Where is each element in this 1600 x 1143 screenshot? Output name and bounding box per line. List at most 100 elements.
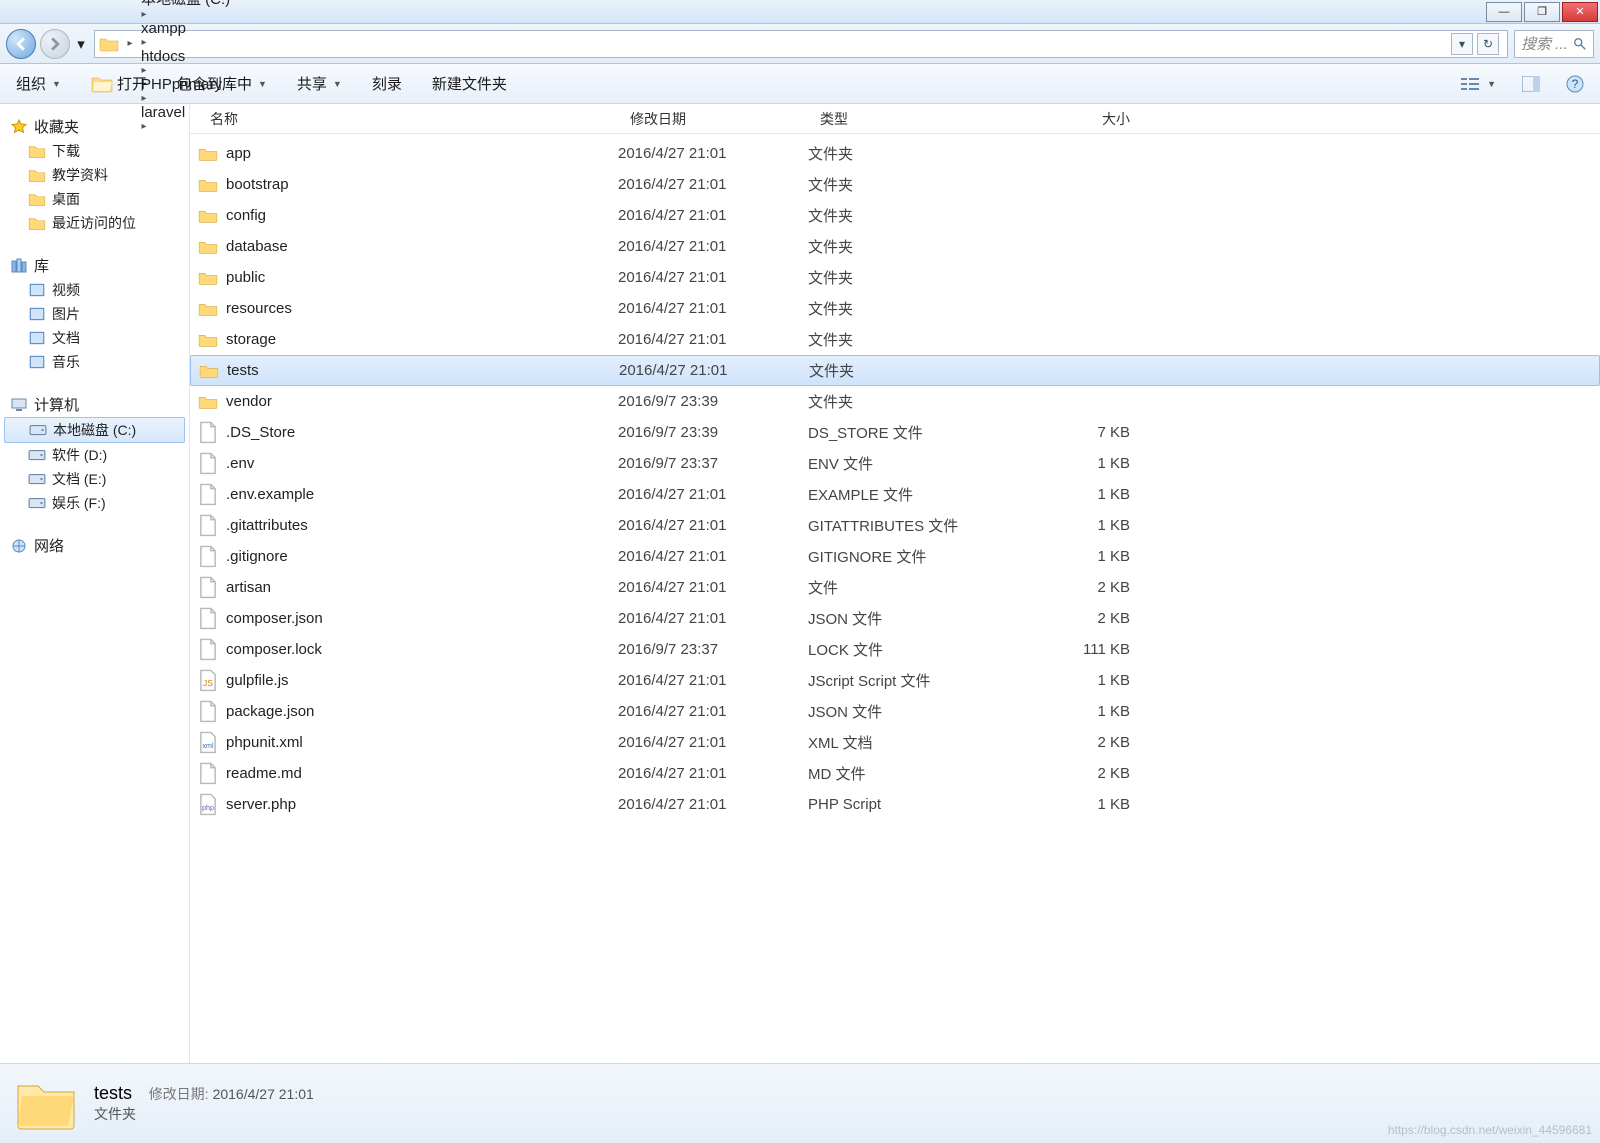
file-row[interactable]: composer.json2016/4/27 21:01JSON 文件2 KB [190,603,1600,634]
forward-button[interactable] [40,29,70,59]
share-button[interactable]: 共享▼ [291,69,348,98]
burn-button[interactable]: 刻录 [366,69,408,98]
file-name: storage [226,331,618,348]
breadcrumb-segment[interactable]: xampp [137,20,234,37]
sidebar-favorites[interactable]: 收藏夹 [4,114,185,139]
maximize-button[interactable]: ❐ [1524,2,1560,22]
file-type: GITATTRIBUTES 文件 [808,515,1018,536]
col-size[interactable]: 大小 [1020,109,1140,129]
file-row[interactable]: readme.md2016/4/27 21:01MD 文件2 KB [190,758,1600,789]
back-button[interactable] [6,29,36,59]
file-row[interactable]: .gitignore2016/4/27 21:01GITIGNORE 文件1 K… [190,541,1600,572]
file-name: .env.example [226,486,618,503]
file-date: 2016/4/27 21:01 [618,145,808,162]
sidebar-item[interactable]: 娱乐 (F:) [4,491,185,515]
sidebar-item[interactable]: 视频 [4,278,185,302]
network-icon [10,538,28,554]
nav-history-dropdown[interactable]: ▾ [74,29,88,59]
sidebar-network[interactable]: 网络 [4,533,185,558]
file-size: 1 KB [1018,548,1138,565]
sidebar-item[interactable]: 文档 [4,326,185,350]
file-row[interactable]: storage2016/4/27 21:01文件夹 [190,324,1600,355]
new-folder-button[interactable]: 新建文件夹 [426,69,513,98]
sidebar-item[interactable]: 桌面 [4,187,185,211]
refresh-button[interactable]: ↻ [1477,33,1499,55]
file-type: XML 文档 [808,732,1018,753]
file-name: server.php [226,796,618,813]
sidebar-item[interactable]: 教学资料 [4,163,185,187]
file-type: 文件夹 [808,236,1018,257]
sidebar-computer[interactable]: 计算机 [4,392,185,417]
file-row[interactable]: .env.example2016/4/27 21:01EXAMPLE 文件1 K… [190,479,1600,510]
sidebar-item[interactable]: 软件 (D:) [4,443,185,467]
file-type: 文件夹 [809,360,1019,381]
file-name: readme.md [226,765,618,782]
file-row[interactable]: public2016/4/27 21:01文件夹 [190,262,1600,293]
folder-icon [198,300,218,318]
details-date: 2016/4/27 21:01 [213,1086,314,1102]
col-date[interactable]: 修改日期 [620,109,810,129]
file-date: 2016/4/27 21:01 [618,734,808,751]
col-type[interactable]: 类型 [810,109,1020,129]
breadcrumb-root-arrow[interactable]: ▸ [123,38,137,49]
file-row[interactable]: bootstrap2016/4/27 21:01文件夹 [190,169,1600,200]
file-row[interactable]: app2016/4/27 21:01文件夹 [190,138,1600,169]
computer-icon [10,397,28,413]
file-row[interactable]: .env2016/9/7 23:37ENV 文件1 KB [190,448,1600,479]
file-row[interactable]: artisan2016/4/27 21:01文件2 KB [190,572,1600,603]
file-row[interactable]: database2016/4/27 21:01文件夹 [190,231,1600,262]
sidebar-libraries[interactable]: 库 [4,253,185,278]
svg-text:php: php [202,804,214,812]
file-row[interactable]: resources2016/4/27 21:01文件夹 [190,293,1600,324]
file-type: 文件夹 [808,174,1018,195]
sidebar-item[interactable]: 下载 [4,139,185,163]
path-dropdown-button[interactable]: ▾ [1451,33,1473,55]
file-row[interactable]: phpserver.php2016/4/27 21:01PHP Script1 … [190,789,1600,820]
file-row[interactable]: composer.lock2016/9/7 23:37LOCK 文件111 KB [190,634,1600,665]
file-date: 2016/4/27 21:01 [618,548,808,565]
file-row[interactable]: .gitattributes2016/4/27 21:01GITATTRIBUT… [190,510,1600,541]
file-type: EXAMPLE 文件 [808,484,1018,505]
file-row[interactable]: tests2016/4/27 21:01文件夹 [190,355,1600,386]
file-row[interactable]: JSgulpfile.js2016/4/27 21:01JScript Scri… [190,665,1600,696]
breadcrumb-arrow[interactable]: ▸ [137,9,151,20]
search-input[interactable]: 搜索 ... [1514,30,1594,58]
file-size: 111 KB [1018,641,1138,658]
file-row[interactable]: .DS_Store2016/9/7 23:39DS_STORE 文件7 KB [190,417,1600,448]
file-date: 2016/4/27 21:01 [618,331,808,348]
col-name[interactable]: 名称 [190,109,620,129]
breadcrumb-segment[interactable]: htdocs [137,48,234,65]
include-library-button[interactable]: 包含到库中▼ [171,69,273,98]
file-date: 2016/4/27 21:01 [618,579,808,596]
file-row[interactable]: config2016/4/27 21:01文件夹 [190,200,1600,231]
search-icon [1573,37,1587,51]
sidebar-item[interactable]: 本地磁盘 (C:) [4,417,185,443]
sidebar-item[interactable]: 音乐 [4,350,185,374]
file-row[interactable]: package.json2016/4/27 21:01JSON 文件1 KB [190,696,1600,727]
file-row[interactable]: vendor2016/9/7 23:39文件夹 [190,386,1600,417]
open-button[interactable]: 打开 [85,69,153,98]
file-type: 文件夹 [808,391,1018,412]
breadcrumb-arrow[interactable]: ▸ [137,37,151,48]
file-date: 2016/4/27 21:01 [618,703,808,720]
view-options-button[interactable]: ▼ [1455,72,1502,96]
file-name: .gitignore [226,548,618,565]
file-name: gulpfile.js [226,672,618,689]
drive-icon [29,422,47,438]
help-button[interactable]: ? [1560,71,1590,97]
folder-icon [28,191,46,207]
file-row[interactable]: xmlphpunit.xml2016/4/27 21:01XML 文档2 KB [190,727,1600,758]
preview-pane-button[interactable] [1516,72,1546,96]
sidebar-item[interactable]: 最近访问的位 [4,211,185,235]
breadcrumb-bar[interactable]: ▸ 计算机▸本地磁盘 (C:)▸xampp▸htdocs▸PHPprimary▸… [94,30,1508,58]
file-type: 文件夹 [808,143,1018,164]
file-type: JSON 文件 [808,701,1018,722]
sidebar-item[interactable]: 图片 [4,302,185,326]
sidebar-item[interactable]: 文档 (E:) [4,467,185,491]
close-button[interactable]: ✕ [1562,2,1598,22]
star-icon [10,119,28,135]
organize-button[interactable]: 组织▼ [10,69,67,98]
breadcrumb-segment[interactable]: 本地磁盘 (C:) [137,0,234,9]
drive-icon [28,495,46,511]
minimize-button[interactable]: — [1486,2,1522,22]
